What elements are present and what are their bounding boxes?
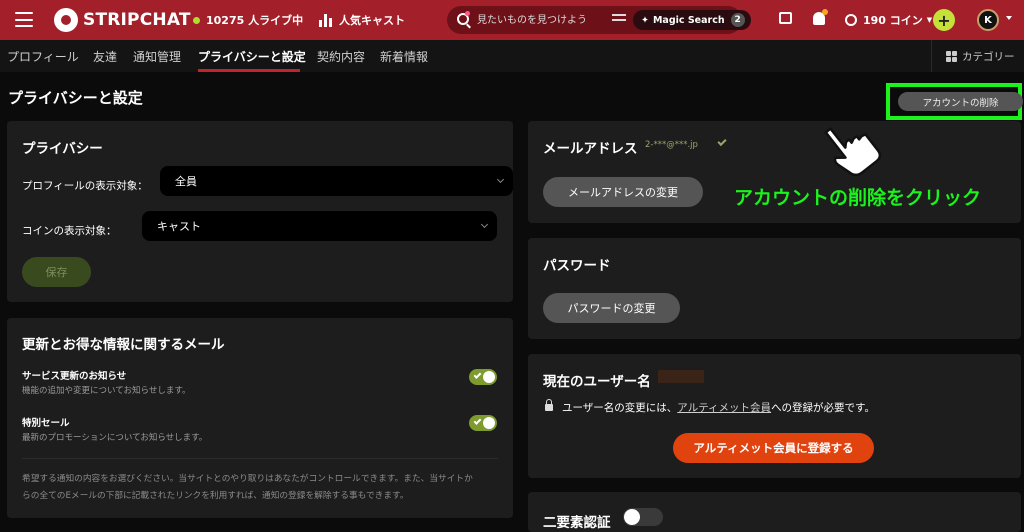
coin-visibility-select[interactable]: キャスト [142, 211, 497, 241]
upgrade-ultimate-button[interactable]: アルティメット会員に登録する [673, 433, 874, 463]
check-icon [473, 417, 482, 425]
bell-icon[interactable] [813, 9, 828, 25]
email-prefs-title: 更新とお得な情報に関するメール [22, 337, 225, 353]
special-sale-title: 特別セール [22, 418, 70, 429]
ultimate-member-link[interactable]: アルティメット会員 [677, 402, 771, 414]
logo-icon [54, 8, 78, 32]
email-footnote-line2: らの全てのEメールの下部に記載されたリンクを利用すれば、通知の登録を解除する事も… [22, 491, 409, 501]
tab-contract[interactable]: 契約内容 [317, 48, 365, 65]
lock-icon [545, 399, 553, 411]
email-footnote-line1: 希望する通知の内容をお選びください。当サイトとのやり取りはあなたがコントロールで… [22, 474, 473, 484]
live-dot-icon [193, 16, 200, 24]
privacy-panel: プライバシー プロフィールの表示対象： 全員 コインの表示対象： キャスト 保存 [7, 121, 513, 302]
email-footnote: 希望する通知の内容をお選びください。当サイトとのやり取りはあなたがコントロールで… [22, 471, 504, 505]
password-title: パスワード [543, 258, 611, 274]
sub-navigation: プロフィール 友達 通知管理 プライバシーと設定 契約内容 新着情報 カテゴリー [0, 40, 1024, 72]
tab-friends[interactable]: 友達 [93, 48, 117, 65]
chevron-down-icon [496, 175, 505, 184]
annotation-text: アカウントの削除をクリック [734, 187, 982, 209]
profile-visibility-label: プロフィールの表示対象： [22, 180, 148, 192]
service-updates-title: サービス更新のお知らせ [22, 371, 127, 382]
popular-casts-link[interactable]: 人気キャスト [319, 12, 405, 28]
two-factor-panel: 二要素認証 [528, 492, 1021, 532]
top-bar: STRIPCHAT 10275 人ライブ中 人気キャスト ✦ Magic Sea… [0, 0, 1024, 40]
filter-icon[interactable] [612, 14, 626, 26]
save-button[interactable]: 保存 [22, 257, 91, 287]
sparkle-icon: ✦ [641, 14, 649, 26]
coins-balance[interactable]: 190 コイン ▼ [845, 12, 932, 28]
category-button[interactable]: カテゴリー [946, 49, 1015, 64]
chevron-down-icon[interactable] [1006, 16, 1012, 20]
chevron-down-icon: ▼ [926, 16, 933, 24]
check-icon [717, 136, 727, 147]
live-count[interactable]: 10275 人ライブ中 [193, 12, 303, 28]
search-dot [465, 11, 470, 16]
two-factor-title: 二要素認証 [543, 515, 611, 531]
coins-icon [845, 14, 857, 26]
username-title: 現在のユーザー名 [543, 374, 651, 390]
tab-notifications[interactable]: 通知管理 [133, 48, 181, 65]
username-note-prefix: ユーザー名の変更には、 [562, 402, 678, 414]
hamburger-icon[interactable] [15, 12, 33, 27]
username-note: ユーザー名の変更には、アルティメット会員への登録が必要です。 [562, 400, 875, 415]
highlight-box: アカウントの削除 [886, 83, 1023, 120]
popular-icon [319, 13, 333, 27]
tab-privacy-settings[interactable]: プライバシーと設定 [198, 48, 306, 65]
logo-text: STRIPCHAT [83, 10, 191, 30]
logo[interactable]: STRIPCHAT [54, 8, 191, 32]
plus-icon[interactable]: + [933, 9, 955, 31]
live-count-label: 10275 人ライブ中 [206, 14, 304, 27]
search-input[interactable] [477, 12, 607, 28]
divider [22, 458, 498, 459]
magic-search-badge: 2 [730, 13, 745, 27]
email-address-title: メールアドレス [543, 141, 638, 157]
chat-icon[interactable] [779, 12, 792, 24]
username-note-suffix: への登録が必要です。 [771, 402, 876, 414]
magic-search-button[interactable]: ✦ Magic Search 2 [633, 10, 751, 30]
change-password-button[interactable]: パスワードの変更 [543, 293, 680, 323]
chevron-down-icon [480, 220, 489, 229]
check-icon [473, 371, 482, 379]
change-email-button[interactable]: メールアドレスの変更 [543, 177, 703, 207]
popular-label: 人気キャスト [339, 14, 405, 27]
service-updates-toggle[interactable] [469, 369, 497, 385]
username-panel: 現在のユーザー名 ユーザー名の変更には、アルティメット会員への登録が必要です。 … [528, 354, 1021, 478]
two-factor-toggle[interactable] [623, 508, 663, 526]
special-sale-desc: 最新のプロモーションについてお知らせします。 [22, 433, 208, 443]
privacy-title: プライバシー [22, 141, 103, 157]
search-bar: ✦ Magic Search 2 [447, 6, 751, 34]
coin-visibility-label: コインの表示対象： [22, 225, 117, 237]
avatar[interactable]: K [977, 9, 999, 31]
coin-visibility-value: キャスト [157, 220, 201, 233]
category-label: カテゴリー [962, 51, 1015, 63]
magic-search-label: Magic Search [652, 14, 725, 26]
tab-whats-new[interactable]: 新着情報 [380, 48, 428, 65]
delete-account-button[interactable]: アカウントの削除 [898, 92, 1023, 111]
profile-visibility-select[interactable]: 全員 [160, 166, 513, 196]
email-preferences-panel: 更新とお得な情報に関するメール サービス更新のお知らせ 機能の追加や変更について… [7, 318, 513, 518]
email-address-value: 2-***@***.jp [645, 140, 698, 150]
profile-visibility-value: 全員 [175, 175, 197, 188]
password-panel: パスワード パスワードの変更 [528, 238, 1021, 339]
page-title: プライバシーと設定 [8, 89, 143, 107]
grid-icon [946, 51, 957, 62]
redacted-username [658, 370, 704, 383]
special-sale-toggle[interactable] [469, 415, 497, 431]
active-tab-indicator [198, 69, 300, 72]
divider [931, 40, 932, 72]
pointing-hand-icon [824, 127, 882, 177]
coins-label: 190 コイン [863, 14, 923, 27]
tab-profile[interactable]: プロフィール [7, 48, 79, 65]
service-updates-desc: 機能の追加や変更についてお知らせします。 [22, 386, 191, 396]
